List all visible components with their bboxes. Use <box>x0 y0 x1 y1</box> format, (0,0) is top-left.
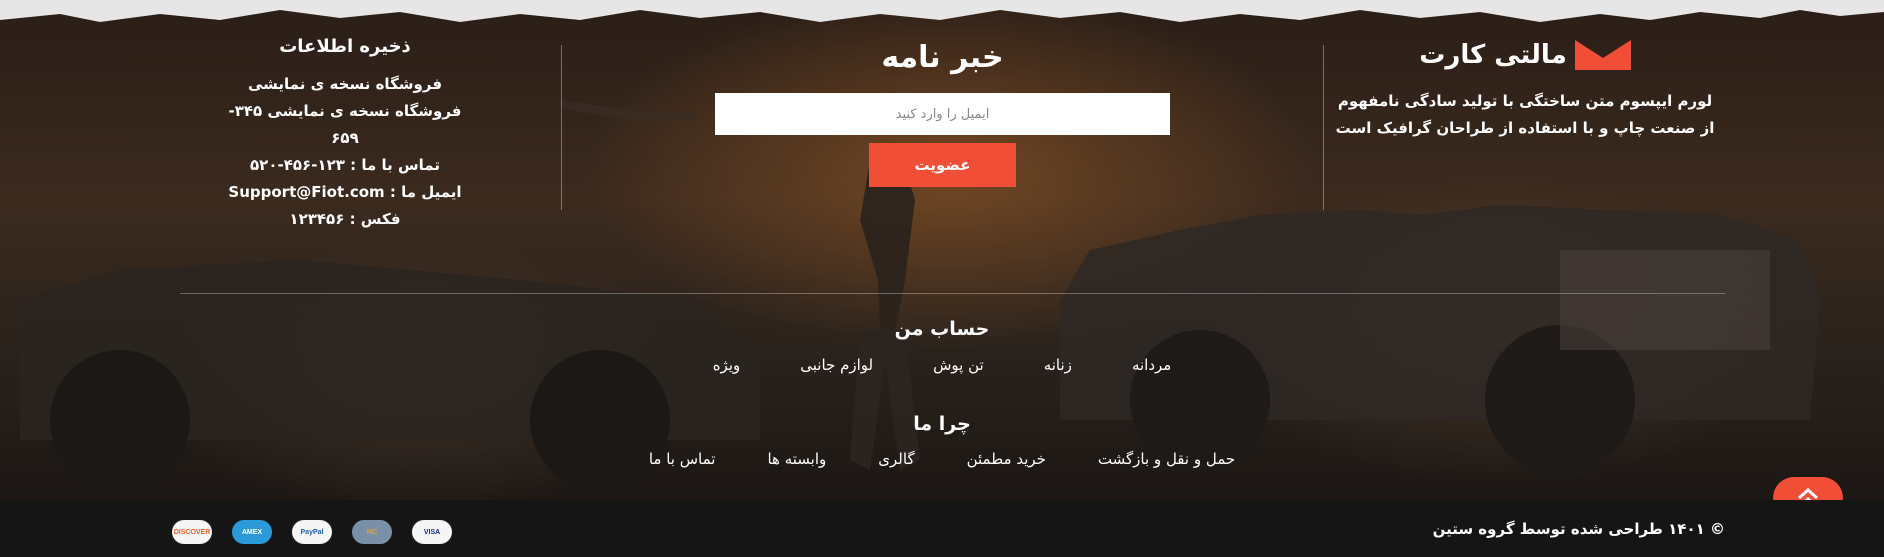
info-line: فروشگاه نسخه ی نمایشی <box>247 75 443 93</box>
info-fax: فکس : ۱۲۳۴۵۶ <box>289 210 401 228</box>
newsletter-title: خبر نامه <box>881 40 1004 75</box>
account-links: مردانه زنانه تن پوش لوازم جانبی ویژه <box>0 356 1884 374</box>
info-line: ۶۵۹ <box>331 129 359 147</box>
info-email: ایمیل ما : Support@Fiot.com <box>228 183 462 201</box>
why-link-affiliates[interactable]: وابسته ها <box>767 450 826 468</box>
brand-title: مالتی کارت <box>1419 40 1567 70</box>
torn-paper-edge <box>0 0 1884 22</box>
why-us-title: چرا ما <box>913 413 971 435</box>
paypal-icon: PayPal <box>292 520 332 544</box>
why-link-secure[interactable]: خرید مطمئن <box>967 450 1046 468</box>
section-divider <box>180 293 1725 294</box>
email-input[interactable] <box>715 93 1170 135</box>
why-link-contact[interactable]: تماس با ما <box>649 450 716 468</box>
visa-icon: VISA <box>412 520 452 544</box>
amex-icon: AMEX <box>232 520 272 544</box>
account-link-men[interactable]: مردانه <box>1132 356 1171 374</box>
account-title: حساب من <box>894 318 990 340</box>
account-link-accessories[interactable]: لوازم جانبی <box>800 356 873 374</box>
brand-description: لورم ایپسوم متن ساختگی با تولید سادگی نا… <box>1335 92 1715 137</box>
join-button[interactable]: عضویت <box>869 143 1016 187</box>
info-title: ذخیره اطلاعات <box>279 36 411 57</box>
account-link-apparel[interactable]: تن پوش <box>933 356 984 374</box>
column-divider <box>1323 45 1324 210</box>
account-link-women[interactable]: زنانه <box>1044 356 1072 374</box>
newsletter-column: خبر نامه عضویت <box>715 40 1170 187</box>
info-phone: تماس با ما : ۱۲۳-۴۵۶-۵۲۰ <box>250 156 440 174</box>
mastercard-icon: MC <box>352 520 392 544</box>
info-line: فروشگاه نسخه ی نمایشی ۳۴۵- <box>228 102 462 120</box>
brand-logo-row[interactable]: مالتی کارت <box>1335 40 1715 70</box>
info-lines: فروشگاه نسخه ی نمایشی فروشگاه نسخه ی نما… <box>210 71 480 233</box>
column-divider <box>561 45 562 210</box>
why-us-links: حمل و نقل و بازگشت خرید مطمئن گالری وابس… <box>0 450 1884 468</box>
why-link-shipping[interactable]: حمل و نقل و بازگشت <box>1098 450 1235 468</box>
discover-icon: DISCOVER <box>172 520 212 544</box>
account-link-special[interactable]: ویژه <box>713 356 741 374</box>
why-link-gallery[interactable]: گالری <box>878 450 914 468</box>
copyright-text: © ۱۴۰۱ طراحی شده توسط گروه ستین <box>1432 520 1725 538</box>
logo-icon <box>1574 40 1631 70</box>
payment-methods: DISCOVER AMEX PayPal MC VISA <box>172 520 452 544</box>
brand-column: مالتی کارت لورم ایپسوم متن ساختگی با تول… <box>1335 40 1715 142</box>
info-column: ذخیره اطلاعات فروشگاه نسخه ی نمایشی فروش… <box>210 36 480 233</box>
